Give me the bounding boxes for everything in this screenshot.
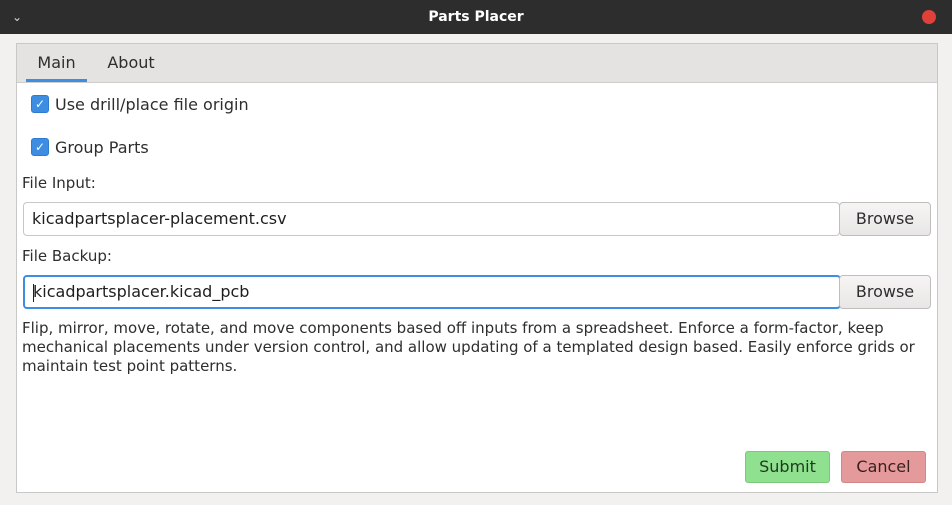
tab-about[interactable]: About: [101, 44, 161, 82]
description-text: Flip, mirror, move, rotate, and move com…: [22, 319, 915, 375]
tab-bar: Main About: [17, 44, 937, 83]
group-parts-option[interactable]: ✓ Group Parts: [31, 135, 149, 159]
close-icon[interactable]: [922, 10, 936, 24]
tab-main[interactable]: Main: [26, 44, 87, 82]
file-backup-field[interactable]: kicadpartsplacer.kicad_pcb: [23, 275, 841, 309]
title-bar: ⌄ Parts Placer: [0, 0, 952, 34]
use-origin-option[interactable]: ✓ Use drill/place file origin: [31, 92, 249, 116]
file-backup-browse-button[interactable]: Browse: [839, 275, 931, 309]
file-backup-label: File Backup:: [22, 247, 112, 265]
cancel-button[interactable]: Cancel: [841, 451, 926, 483]
file-input-browse-button[interactable]: Browse: [839, 202, 931, 236]
group-parts-label: Group Parts: [55, 137, 149, 157]
file-backup-value: kicadpartsplacer.kicad_pcb: [33, 282, 250, 301]
use-origin-checkbox[interactable]: ✓: [31, 95, 49, 113]
dialog-body: Main About ✓ Use drill/place file origin…: [16, 43, 938, 493]
group-parts-checkbox[interactable]: ✓: [31, 138, 49, 156]
window-title: Parts Placer: [428, 9, 524, 25]
file-input-field[interactable]: kicadpartsplacer-placement.csv: [23, 202, 840, 236]
submit-button[interactable]: Submit: [745, 451, 830, 483]
use-origin-label: Use drill/place file origin: [55, 94, 249, 114]
file-input-label: File Input:: [22, 174, 96, 192]
